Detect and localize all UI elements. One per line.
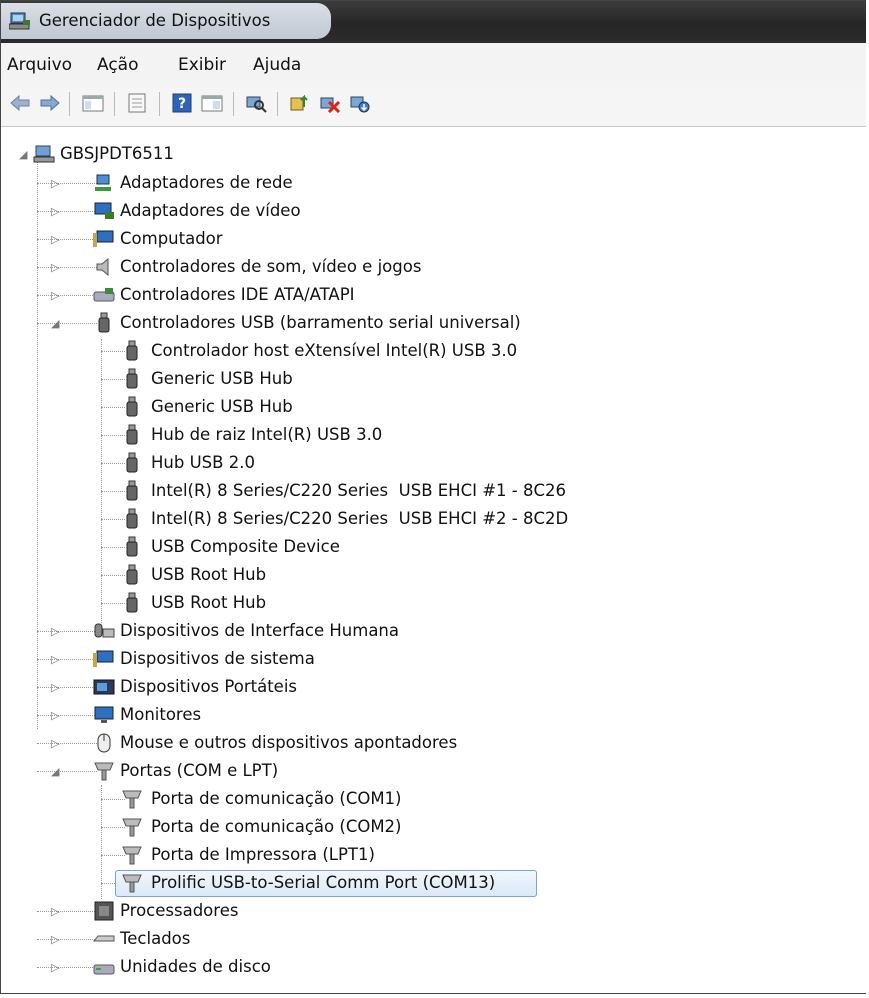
usb-device-item[interactable]: Hub USB 2.0 — [1, 449, 601, 477]
category-portas[interactable]: ◢ Portas (COM e LPT) — [1, 757, 501, 785]
expand-arrow-icon[interactable]: ▷ — [51, 226, 59, 254]
category-teclados[interactable]: ▷ Teclados — [1, 925, 501, 953]
usb-icon — [126, 536, 138, 557]
usb-icon — [126, 564, 138, 585]
expand-arrow-icon[interactable]: ▷ — [51, 674, 59, 702]
expand-arrow-icon[interactable]: ▷ — [51, 954, 59, 982]
title-bar[interactable]: Gerenciador de Dispositivos — [1, 1, 866, 43]
expand-arrow-icon[interactable]: ▷ — [51, 898, 59, 926]
usb-icon — [126, 452, 138, 473]
usb-icon — [98, 312, 110, 333]
port-device-item[interactable]: Porta de Impressora (LPT1) — [1, 841, 601, 869]
monitor-icon — [94, 706, 114, 723]
port-device-item[interactable]: Porta de comunicação (COM1) — [1, 785, 601, 813]
usb-device-item[interactable]: Generic USB Hub — [1, 365, 601, 393]
expand-arrow-icon[interactable]: ▷ — [51, 618, 59, 646]
console-tree-icon[interactable] — [82, 93, 104, 113]
collapse-arrow-icon[interactable]: ◢ — [19, 141, 27, 169]
device-tree: ◢ GBSJPDT6511 ▷ Adaptadores de rede ▷ Ad… — [1, 127, 866, 993]
hid-icon — [94, 623, 115, 638]
category-computador[interactable]: ▷ Computador — [1, 225, 501, 253]
svg-text:?: ? — [178, 96, 186, 112]
category-dispositivos-sistema[interactable]: ▷ Dispositivos de sistema — [1, 645, 501, 673]
portable-device-icon — [93, 679, 115, 695]
expand-arrow-icon[interactable]: ▷ — [51, 926, 59, 954]
uninstall-icon[interactable] — [319, 93, 341, 113]
expand-arrow-icon[interactable]: ▷ — [51, 730, 59, 758]
processor-icon — [94, 901, 114, 921]
mouse-icon — [97, 733, 111, 753]
usb-device-item[interactable]: Generic USB Hub — [1, 393, 601, 421]
usb-device-item[interactable]: Intel(R) 8 Series/C220 Series USB EHCI #… — [1, 505, 651, 533]
collapse-arrow-icon[interactable]: ◢ — [51, 758, 59, 786]
port-icon — [94, 762, 114, 781]
tree-root[interactable]: ◢ GBSJPDT6511 — [1, 140, 301, 168]
display-adapter-icon — [94, 202, 114, 219]
category-unidades-disco[interactable]: ▷ Unidades de disco — [1, 953, 501, 981]
usb-icon — [126, 424, 138, 445]
category-controladores-ide[interactable]: ▷ Controladores IDE ATA/ATAPI — [1, 281, 501, 309]
device-manager-window: Gerenciador de Dispositivos Arquivo Ação… — [0, 0, 866, 994]
properties-icon[interactable] — [126, 93, 148, 113]
usb-icon — [126, 592, 138, 613]
usb-device-item[interactable]: Intel(R) 8 Series/C220 Series USB EHCI #… — [1, 477, 651, 505]
menu-exibir[interactable]: Exibir — [178, 55, 226, 75]
usb-icon — [126, 480, 138, 501]
usb-device-item[interactable]: Controlador host eXtensível Intel(R) USB… — [1, 337, 601, 365]
usb-device-item[interactable]: Hub de raiz Intel(R) USB 3.0 — [1, 421, 601, 449]
port-icon — [122, 846, 142, 865]
menu-bar: Arquivo Ação Exibir Ajuda — [1, 43, 866, 82]
port-device-item[interactable]: Porta de comunicação (COM2) — [1, 813, 601, 841]
category-dispositivos-interface-humana[interactable]: ▷ Dispositivos de Interface Humana — [1, 617, 501, 645]
network-adapter-icon — [95, 174, 111, 191]
scan-hardware-icon[interactable] — [245, 93, 267, 113]
category-mouse[interactable]: ▷ Mouse e outros dispositivos apontadore… — [1, 729, 601, 757]
computer-name: GBSJPDT6511 — [60, 144, 174, 163]
menu-arquivo[interactable]: Arquivo — [7, 55, 72, 75]
device-manager-app-icon — [9, 12, 30, 30]
port-icon — [122, 874, 142, 893]
usb-icon — [126, 396, 138, 417]
ide-controller-icon — [93, 288, 115, 302]
speaker-icon — [96, 257, 109, 277]
collapse-arrow-icon[interactable]: ◢ — [51, 310, 59, 338]
category-dispositivos-portateis[interactable]: ▷ Dispositivos Portáteis — [1, 673, 501, 701]
usb-icon — [126, 368, 138, 389]
computer-icon — [93, 230, 114, 247]
back-arrow-icon[interactable] — [9, 93, 31, 113]
expand-arrow-icon[interactable]: ▷ — [51, 702, 59, 730]
forward-arrow-icon[interactable] — [39, 93, 61, 113]
keyboard-icon — [93, 935, 115, 942]
usb-device-item[interactable]: USB Root Hub — [1, 561, 601, 589]
category-processadores[interactable]: ▷ Processadores — [1, 897, 501, 925]
category-controladores-som[interactable]: ▷ Controladores de som, vídeo e jogos — [1, 253, 501, 281]
port-device-item-selected[interactable]: Prolific USB-to-Serial Comm Port (COM13) — [1, 869, 601, 897]
category-adaptadores-rede[interactable]: ▷ Adaptadores de rede — [1, 169, 501, 197]
disable-device-icon[interactable] — [349, 93, 371, 113]
system-devices-icon — [93, 650, 114, 667]
toolbar: ? — [1, 81, 866, 127]
usb-icon — [126, 508, 138, 529]
disk-drive-icon — [93, 964, 115, 975]
expand-arrow-icon[interactable]: ▷ — [51, 170, 59, 198]
window-title: Gerenciador de Dispositivos — [39, 11, 271, 30]
usb-device-item[interactable]: USB Root Hub — [1, 589, 601, 617]
category-adaptadores-video[interactable]: ▷ Adaptadores de vídeo — [1, 197, 501, 225]
expand-arrow-icon[interactable]: ▷ — [51, 282, 59, 310]
category-controladores-usb[interactable]: ◢ Controladores USB (barramento serial u… — [1, 309, 601, 337]
help-icon[interactable]: ? — [171, 93, 193, 113]
expand-arrow-icon[interactable]: ▷ — [51, 646, 59, 674]
menu-acao[interactable]: Ação — [97, 55, 139, 75]
expand-arrow-icon[interactable]: ▷ — [51, 254, 59, 282]
usb-device-item[interactable]: USB Composite Device — [1, 533, 601, 561]
port-icon — [122, 790, 142, 809]
computer-icon — [33, 145, 55, 163]
category-monitores[interactable]: ▷ Monitores — [1, 701, 501, 729]
update-driver-icon[interactable] — [289, 93, 311, 113]
port-icon — [122, 818, 142, 837]
expand-arrow-icon[interactable]: ▷ — [51, 198, 59, 226]
action-pane-icon[interactable] — [201, 93, 223, 113]
menu-ajuda[interactable]: Ajuda — [253, 55, 301, 75]
usb-icon — [126, 340, 138, 361]
